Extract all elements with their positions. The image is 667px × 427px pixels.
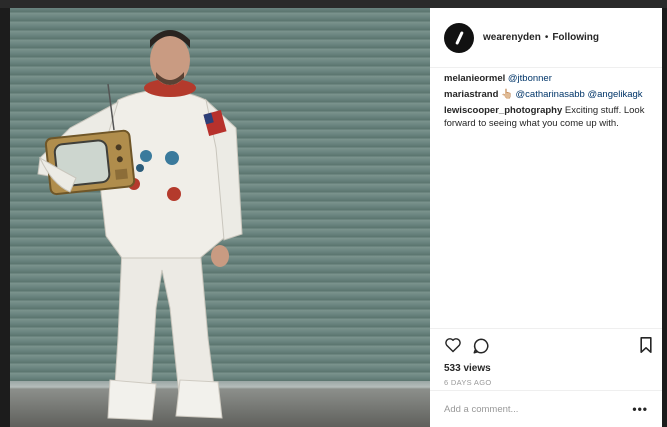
comment-item: lewiscooper_photography Exciting stuff. … [444,104,654,130]
post-timestamp[interactable]: 6 DAYS AGO [444,378,648,387]
heart-icon[interactable] [444,337,462,353]
comment-item: melanieormel @jtbonner [444,72,654,85]
window-top-edge [0,0,667,8]
follow-status-button[interactable]: Following [552,32,599,43]
comment-input[interactable] [444,403,633,415]
comment-username[interactable]: melanieormel [444,73,505,84]
bookmark-icon[interactable] [639,337,653,353]
avatar[interactable] [444,22,474,53]
comment-mention[interactable]: @catharinasabb [516,89,585,100]
comment-mention[interactable]: @jtbonner [508,73,552,84]
comment-text: 👆🏼 [501,89,513,100]
comment-username[interactable]: lewiscooper_photography [444,105,562,116]
more-options-icon[interactable]: ••• [632,402,648,416]
comment-mention[interactable]: @angelikagk [587,89,642,100]
comment-username[interactable]: mariastrand [444,89,498,100]
post-header: wearenyden • Following [430,8,662,68]
speech-bubble-icon[interactable] [472,337,490,355]
post-sidebar: wearenyden • Following melanieormel @jtbon… [430,8,662,427]
instagram-post-window: wearenyden • Following melanieormel @jtbon… [0,0,667,427]
action-icons-row [444,335,652,355]
comment-item: mariastrand 👆🏼 @catharinasabb @angelikag… [444,88,654,101]
post-actions: 533 views 6 DAYS AGO [430,328,662,390]
window-right-edge [662,8,667,427]
comments-list: melanieormel @jtbonner mariastrand 👆🏼 @c… [444,72,654,133]
add-comment-bar: ••• [430,390,662,427]
header-username[interactable]: wearenyden [483,32,541,43]
astronaut-illustration [37,30,243,421]
header-separator: • [544,32,549,43]
header-text: wearenyden • Following [483,32,599,43]
post-photo[interactable] [10,8,430,427]
views-count[interactable]: 533 views [444,363,648,374]
